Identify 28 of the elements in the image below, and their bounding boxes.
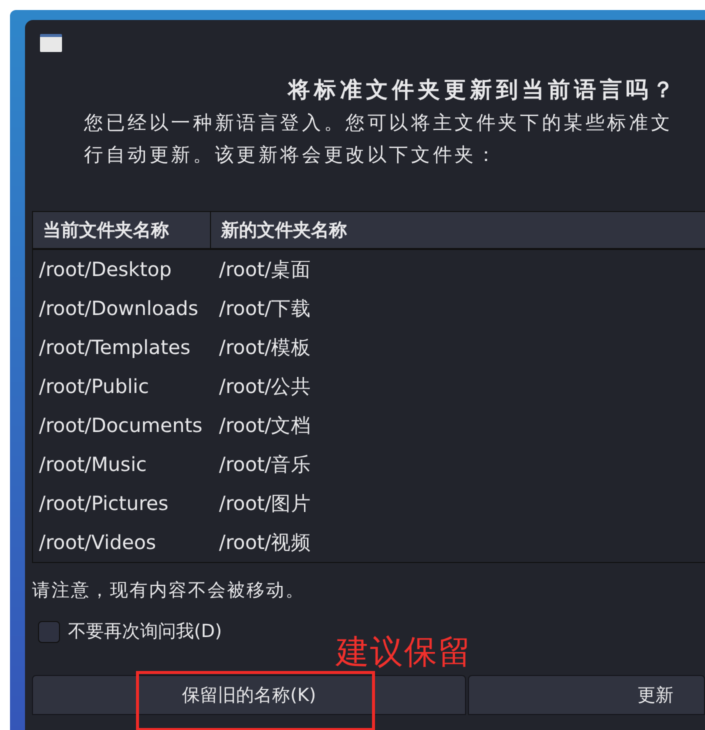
table-cell-text: /root/Music (38, 452, 148, 478)
table-cell-text: /root/公共 (218, 374, 312, 400)
table-cell-text: /root/Desktop (38, 256, 173, 283)
table-cell-text: /root/模板 (218, 334, 312, 361)
checkbox[interactable] (38, 620, 60, 642)
table-cell-text: /root/Public (38, 374, 150, 400)
dialog-title: 将标准文件夹更新到当前语言吗？ (288, 76, 679, 105)
table-cell-text: /root/Documents (38, 412, 204, 439)
window-icon (40, 34, 62, 52)
table-cell-text: /root/Pictures (38, 490, 170, 517)
column-header: 新的文件夹名称 (220, 218, 347, 242)
table-cell-text: /root/图片 (218, 490, 312, 517)
table-cell-text: /root/文档 (218, 412, 312, 439)
keep-names-button[interactable]: 保留旧的名称(K) (32, 675, 466, 715)
message-text: 行自动更新。该更新将会更改以下文件夹： (84, 143, 500, 168)
checkbox-label: 不要再次询问我(D) (68, 620, 222, 644)
message-text: 您已经以一种新语言登入。您可以将主文件夹下的某些标准文 (84, 111, 674, 136)
table-cell-text: /root/下载 (218, 296, 312, 322)
note-text: 请注意，现有内容不会被移动。 (32, 579, 306, 603)
table-cell-text: /root/桌面 (218, 256, 312, 283)
table-cell-text: /root/Videos (38, 530, 158, 556)
column-header: 当前文件夹名称 (33, 212, 211, 248)
table-cell-text: /root/音乐 (218, 452, 312, 478)
annotation-text: 建议保留 (336, 631, 472, 673)
table-cell-text: /root/Downloads (38, 296, 200, 322)
update-button[interactable]: 更新 (468, 675, 705, 715)
table-cell-text: /root/视频 (218, 530, 312, 556)
table-cell-text: /root/Templates (38, 334, 192, 361)
